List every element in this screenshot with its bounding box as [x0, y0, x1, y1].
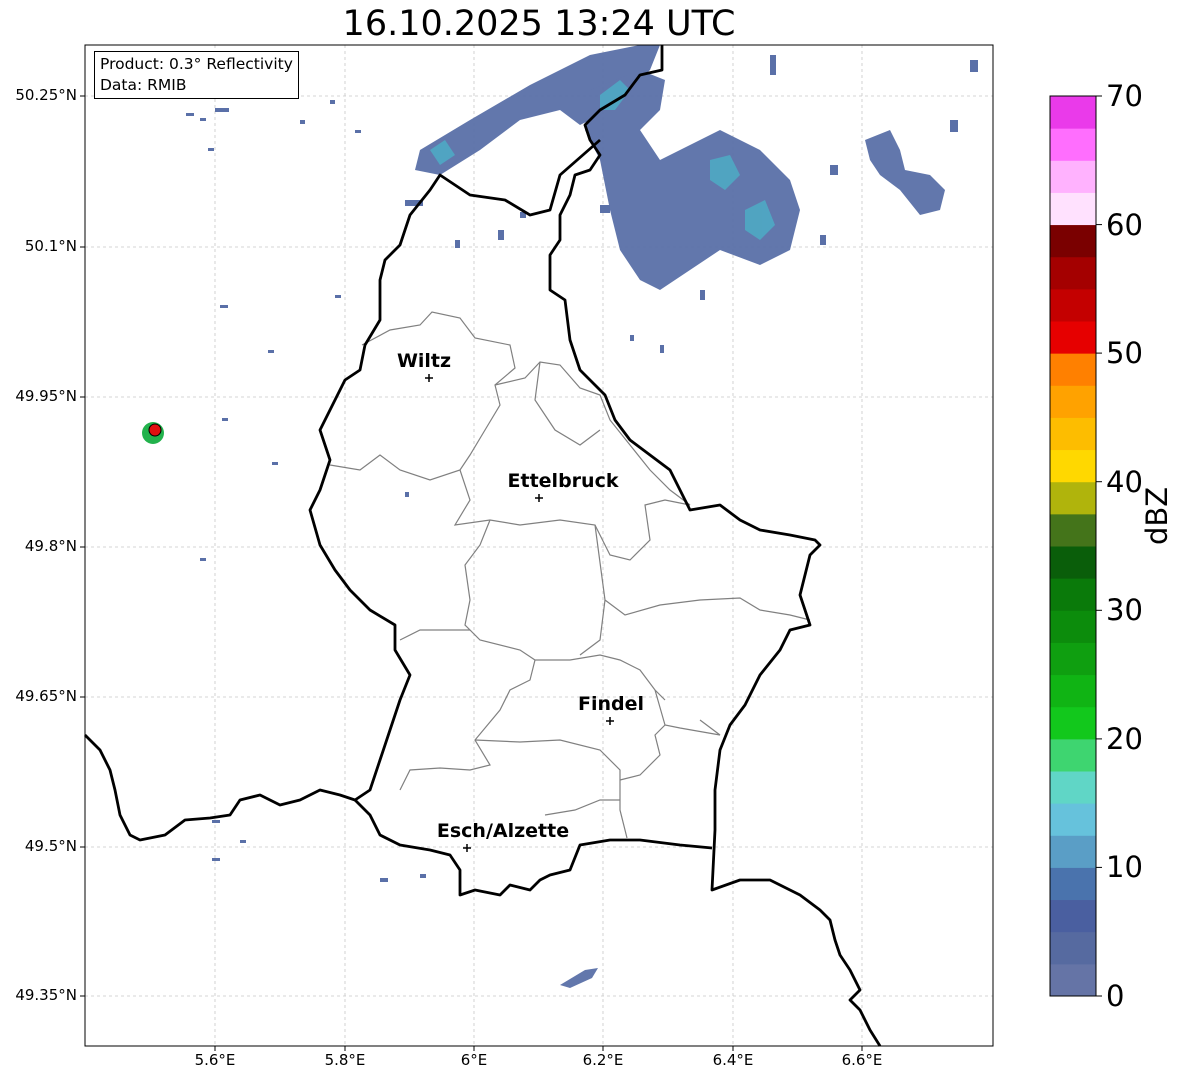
data-source-label: Data: RMIB	[100, 76, 187, 94]
colorbar-tick-label: 40	[1106, 465, 1143, 499]
colorbar-segment	[1050, 160, 1096, 193]
colorbar-segment	[1050, 546, 1096, 579]
colorbar-segment	[1050, 706, 1096, 740]
colorbar-ticks	[1096, 95, 1102, 997]
map-canvas	[80, 44, 1102, 1051]
map-area	[85, 45, 993, 1046]
colorbar	[1050, 96, 1096, 997]
lon-label: 5.6°E	[194, 1051, 236, 1069]
lon-label: 6.2°E	[582, 1051, 624, 1069]
colorbar-tick-label: 50	[1106, 336, 1143, 370]
colorbar-segment	[1050, 642, 1096, 676]
lon-label: 6°E	[460, 1051, 488, 1069]
colorbar-segment	[1050, 417, 1096, 451]
colorbar-tick-label: 0	[1106, 979, 1125, 1013]
colorbar-segment	[1050, 578, 1096, 611]
colorbar-segment	[1050, 385, 1096, 418]
colorbar-segment	[1050, 867, 1096, 901]
city-label-findel: Findel	[577, 693, 645, 715]
city-label-ettelbruck: Ettelbruck	[507, 470, 619, 492]
radar-site-marker	[148, 423, 162, 437]
colorbar-segment	[1050, 321, 1096, 354]
colorbar-segment	[1050, 963, 1096, 997]
city-label-esch-alzette: Esch/Alzette	[436, 820, 570, 842]
colorbar-segment	[1050, 224, 1096, 258]
colorbar-segment	[1050, 835, 1096, 868]
lon-label: 5.8°E	[324, 1051, 366, 1069]
colorbar-segment	[1050, 674, 1096, 708]
lat-label: 49.65°N	[15, 687, 77, 705]
product-info-box: Product: 0.3° Reflectivity Data: RMIB	[94, 51, 299, 99]
colorbar-segment	[1050, 256, 1096, 290]
colorbar-segment	[1050, 899, 1096, 933]
product-label: Product: 0.3° Reflectivity	[100, 55, 293, 73]
colorbar-segment	[1050, 128, 1096, 161]
colorbar-segment	[1050, 288, 1096, 322]
colorbar-tick-label: 20	[1106, 722, 1143, 756]
lat-label: 49.5°N	[24, 837, 77, 855]
colorbar-segment	[1050, 610, 1096, 643]
lat-label: 50.25°N	[15, 86, 77, 104]
lat-label: 50.1°N	[24, 237, 77, 255]
colorbar-tick-label: 60	[1106, 208, 1143, 242]
colorbar-segment	[1050, 931, 1096, 965]
colorbar-segment	[1050, 192, 1096, 226]
colorbar-segment	[1050, 513, 1096, 547]
colorbar-tick-label: 70	[1106, 79, 1143, 113]
colorbar-segment	[1050, 96, 1096, 129]
colorbar-segment	[1050, 771, 1096, 804]
colorbar-segment	[1050, 449, 1096, 483]
colorbar-segment	[1050, 738, 1096, 772]
colorbar-tick-label: 10	[1106, 850, 1143, 884]
lat-label: 49.8°N	[24, 537, 77, 555]
colorbar-unit-label: dBZ	[1140, 486, 1174, 545]
lon-label: 6.4°E	[712, 1051, 754, 1069]
colorbar-segment	[1050, 481, 1096, 515]
colorbar-segment	[1050, 353, 1096, 386]
city-label-wiltz: Wiltz	[396, 350, 452, 372]
colorbar-tick-label: 30	[1106, 593, 1143, 627]
lon-label: 6.6°E	[841, 1051, 883, 1069]
colorbar-segment	[1050, 803, 1096, 836]
lat-label: 49.95°N	[15, 387, 77, 405]
lat-label: 49.35°N	[15, 986, 77, 1004]
